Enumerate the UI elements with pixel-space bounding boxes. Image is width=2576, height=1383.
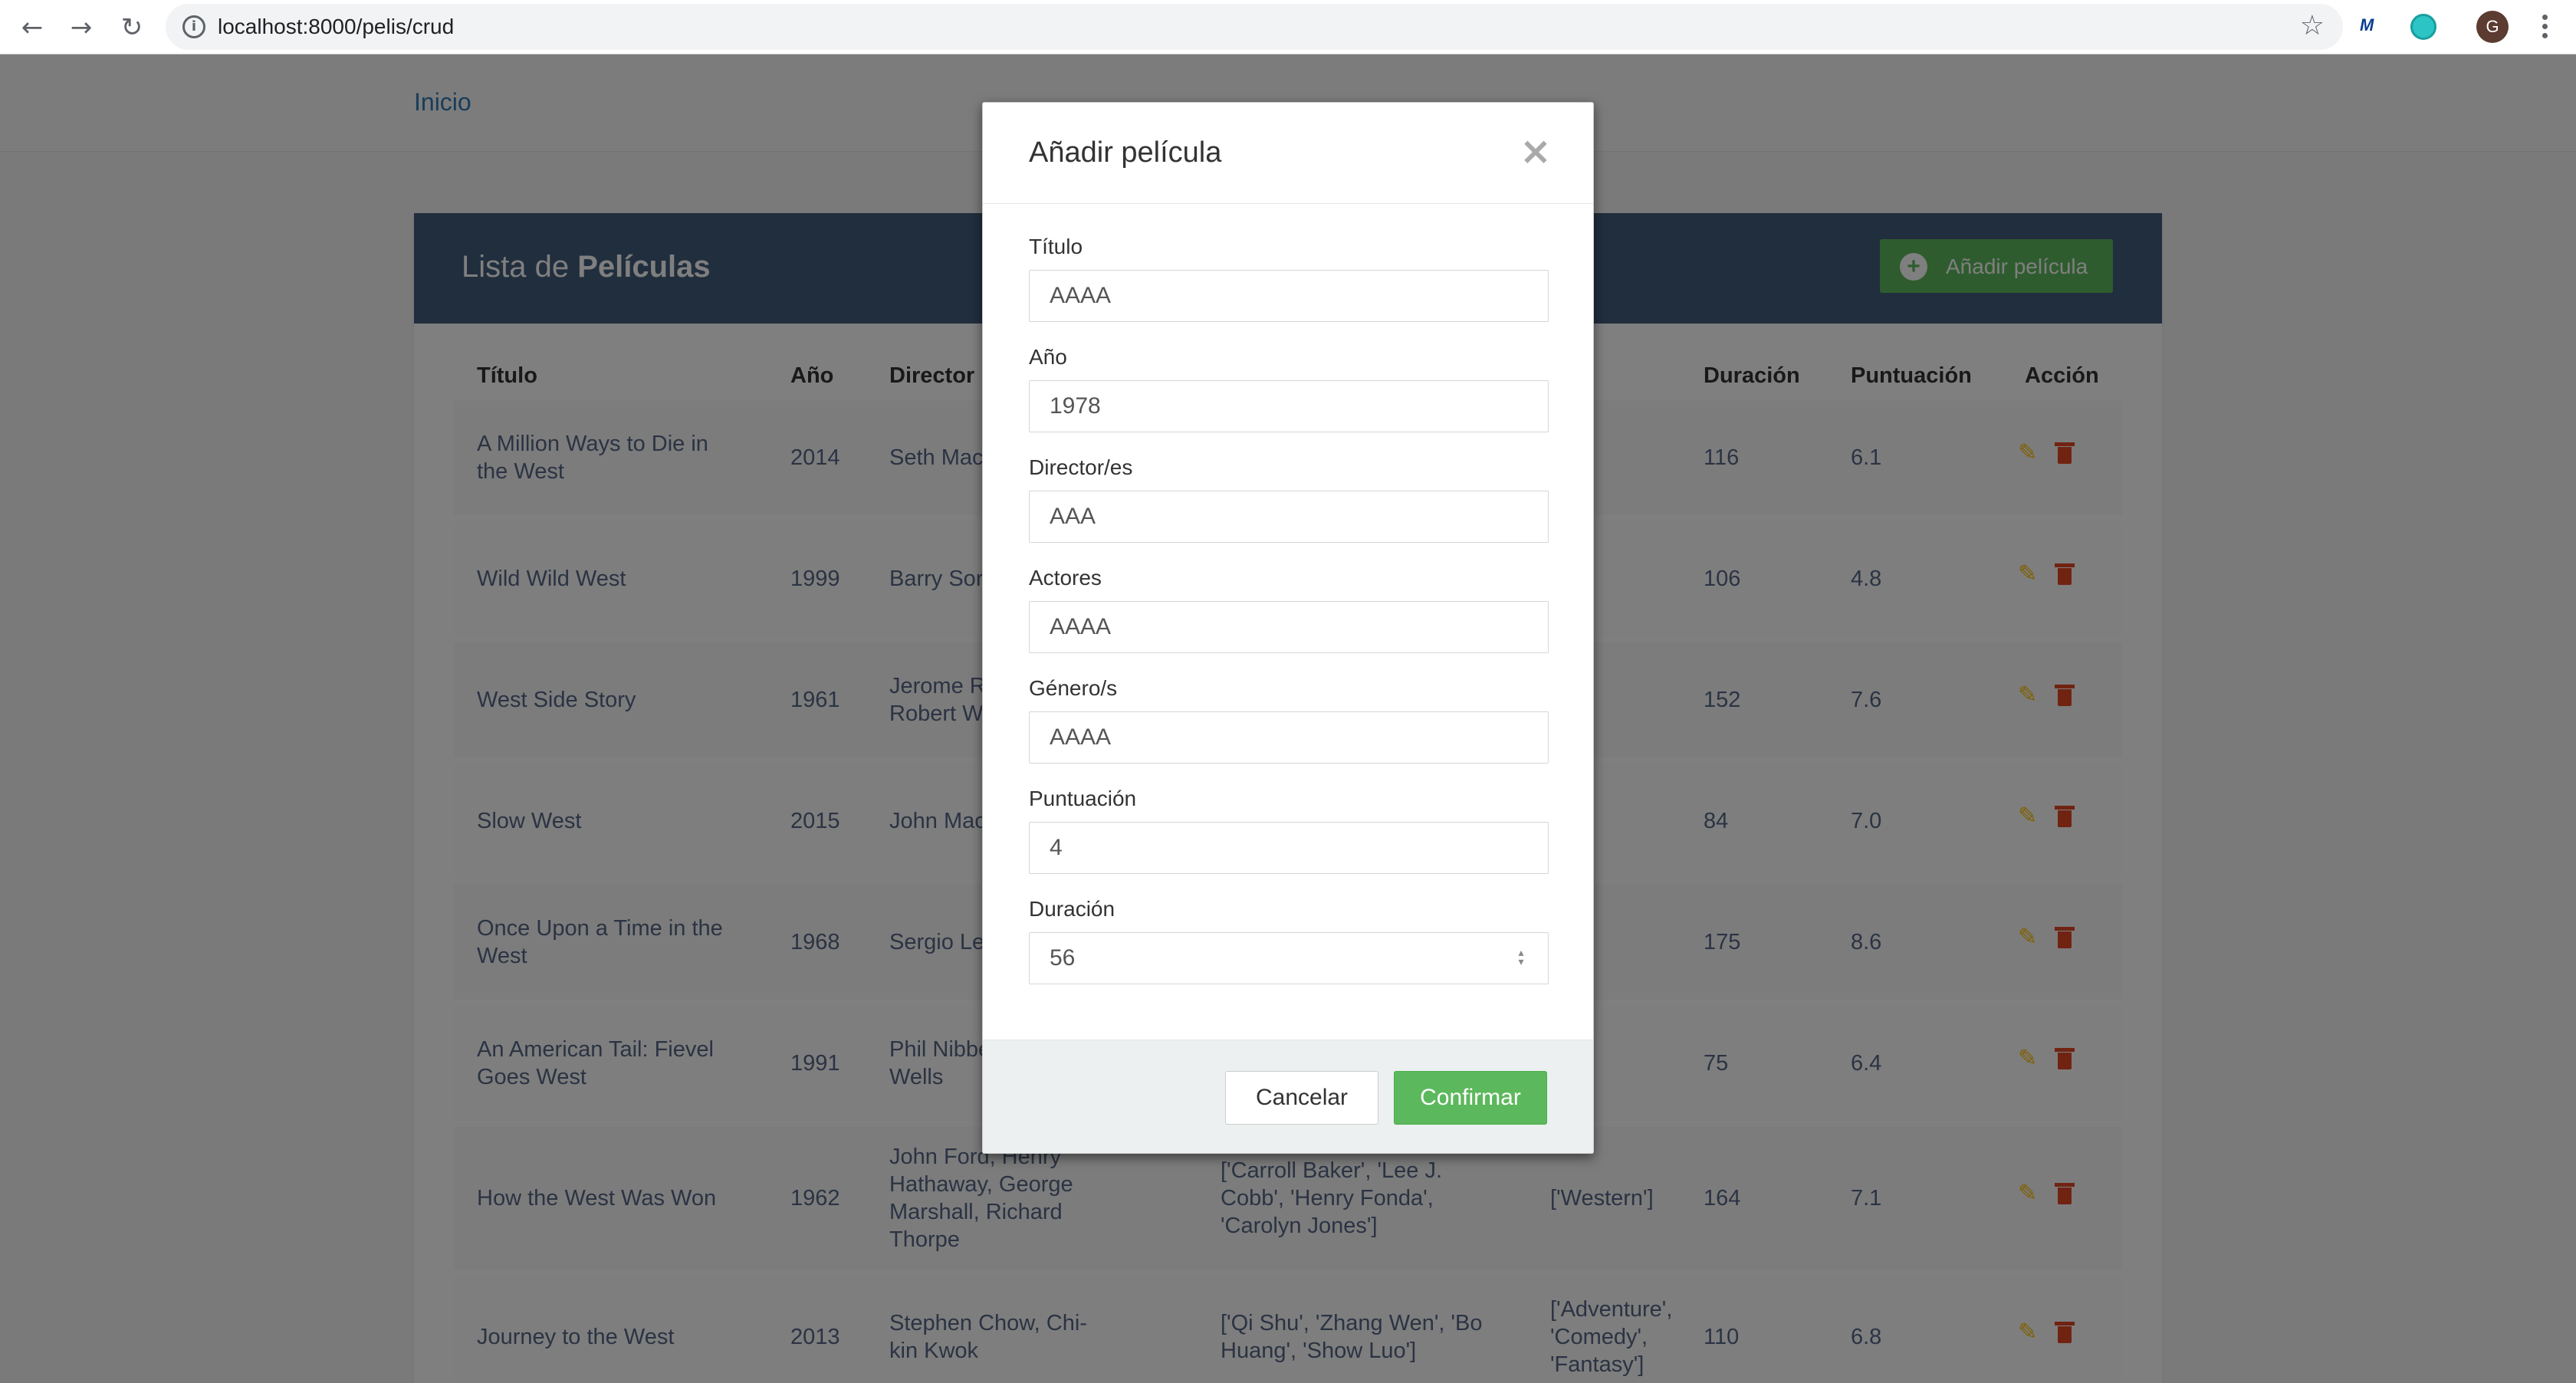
number-spinner-icon[interactable]: ▴ ▾ xyxy=(1516,948,1526,968)
modal-title: Añadir película xyxy=(1029,136,1222,169)
url-text[interactable]: localhost:8000/pelis/crud xyxy=(218,15,454,39)
cancel-button[interactable]: Cancelar xyxy=(1225,1071,1378,1125)
browser-menu-icon[interactable] xyxy=(2533,11,2556,44)
reload-icon[interactable]: ↻ xyxy=(115,11,149,44)
extension-circle-icon[interactable] xyxy=(2410,14,2436,40)
field-label-director: Director/es xyxy=(1029,455,1133,479)
add-movie-modal: Añadir película × Título AAAA Año 1978 D… xyxy=(982,102,1594,1154)
field-label-duration: Duración xyxy=(1029,897,1116,921)
modal-footer: Cancelar Confirmar xyxy=(983,1040,1593,1153)
rating-input[interactable]: 4 xyxy=(1029,822,1549,874)
duration-input[interactable]: 56 ▴ ▾ xyxy=(1029,932,1549,984)
field-label-genres: Género/s xyxy=(1029,676,1118,700)
close-icon[interactable]: × xyxy=(1520,129,1552,173)
bookmark-star-icon[interactable]: ☆ xyxy=(2300,10,2325,41)
year-input[interactable]: 1978 xyxy=(1029,380,1549,432)
duration-value: 56 xyxy=(1050,945,1076,971)
genres-input[interactable]: AAAA xyxy=(1029,711,1549,764)
field-label-year: Año xyxy=(1029,345,1067,369)
forward-icon[interactable]: → xyxy=(64,11,98,44)
back-icon[interactable]: ← xyxy=(15,11,49,44)
address-bar[interactable]: i localhost:8000/pelis/crud ☆ xyxy=(166,4,2343,50)
field-label-actors: Actores xyxy=(1029,566,1102,590)
info-icon[interactable]: i xyxy=(182,15,205,38)
actors-input[interactable]: AAAA xyxy=(1029,601,1549,653)
modal-header: Añadir película × xyxy=(983,103,1593,204)
title-input[interactable]: AAAA xyxy=(1029,270,1549,322)
director-input[interactable]: AAA xyxy=(1029,491,1549,543)
browser-toolbar: ← → ↻ i localhost:8000/pelis/crud ☆ M G xyxy=(0,0,2576,54)
field-label-title: Título xyxy=(1029,235,1083,258)
confirm-button[interactable]: Confirmar xyxy=(1394,1071,1547,1125)
profile-avatar[interactable]: G xyxy=(2476,11,2509,43)
field-label-rating: Puntuación xyxy=(1029,787,1137,810)
extension-icon[interactable]: M xyxy=(2360,15,2374,35)
